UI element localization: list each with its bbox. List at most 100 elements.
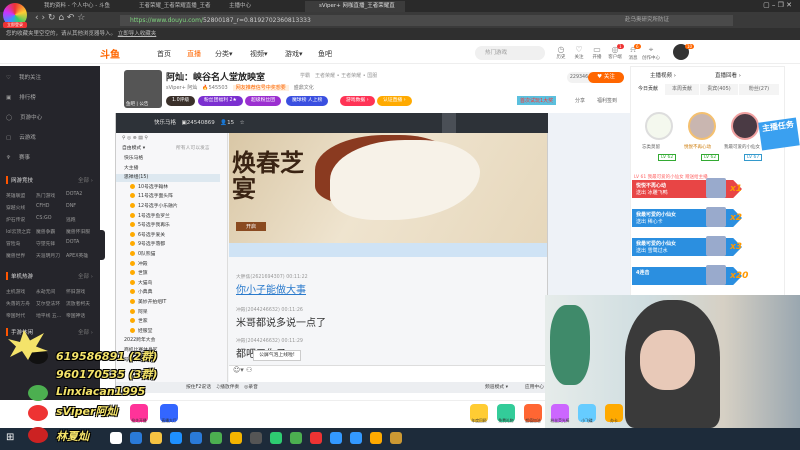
- douyu-logo[interactable]: 斗鱼: [100, 46, 120, 61]
- tab-fans[interactable]: 粉丝(27): [739, 84, 779, 95]
- sidebar-category-link[interactable]: 帝国时代: [6, 312, 36, 319]
- sidebar-category-link[interactable]: CFHD: [36, 204, 66, 211]
- nav-buttons[interactable]: ‹ › ↻ ⌂ ↶ ☆: [35, 13, 85, 23]
- tab-week[interactable]: 本周贡献: [665, 84, 699, 95]
- sidebar-category-link[interactable]: 魔兽世界: [6, 252, 36, 259]
- sidebar-category-link[interactable]: 炉石传说: [6, 216, 36, 223]
- promo-banner[interactable]: 首次试玩1大奖: [517, 96, 557, 105]
- window-controls[interactable]: ▢ – ❐ ✕: [763, 1, 792, 9]
- sidebar-category-link[interactable]: 永劫无间: [36, 288, 66, 295]
- taskbar-app-icon[interactable]: [170, 432, 182, 444]
- site-search-input[interactable]: 热门游戏: [475, 46, 545, 60]
- sidebar-collapse-handle[interactable]: [100, 230, 105, 260]
- nav-video[interactable]: 视频▾: [250, 49, 268, 59]
- sidebar-category-link[interactable]: 帝国神话: [66, 312, 96, 319]
- channel-tree-item[interactable]: 快乐马格: [124, 155, 143, 163]
- channel-tree-item[interactable]: 冲殿: [130, 260, 148, 269]
- play-accompaniment[interactable]: 播放伴奏: [220, 385, 239, 390]
- creator-center-button[interactable]: ⌖ 创作中心: [640, 45, 662, 61]
- app-center[interactable]: 应用中心: [525, 382, 544, 393]
- tab-today[interactable]: 今日贡献: [632, 84, 664, 95]
- sidebar-category-link[interactable]: 守望先锋: [36, 240, 66, 247]
- url-input[interactable]: https://www.douyu.com/52800187_r=0.81927…: [120, 15, 620, 26]
- channel-tree-item[interactable]: 思禅组(15): [116, 174, 220, 183]
- checkin-button[interactable]: 福利签到: [597, 97, 617, 104]
- sidebar-item-events[interactable]: ♆ 赛事: [6, 152, 30, 164]
- sidebar-category-link[interactable]: 魔兽怀旧服: [66, 228, 96, 235]
- channel-tree-item[interactable]: 娃服堂: [130, 327, 152, 336]
- streamer-videos-link[interactable]: 主播视频 ›: [650, 71, 676, 79]
- avatar-tabs[interactable]: 鱼吧 | 公告: [126, 101, 148, 107]
- browser-tab-active[interactable]: sViper+ 网咖直播_王者荣耀直: [305, 1, 405, 12]
- stream-category[interactable]: 学霸 王者荣耀 • 王者荣耀 • 国服: [300, 72, 377, 79]
- sidebar-item-following[interactable]: ♡ 我的关注: [6, 72, 41, 84]
- channel-tree-item[interactable]: 世家: [130, 318, 148, 326]
- sidebar-category-link[interactable]: APEX英雄: [66, 252, 96, 259]
- channel-tree-item[interactable]: 5号选手我再乐: [130, 222, 170, 230]
- nav-games[interactable]: 游戏▾: [285, 49, 303, 59]
- sidebar-item-ranking[interactable]: ▣ 排行榜: [6, 92, 36, 104]
- banner-open-button[interactable]: 开启: [236, 222, 267, 231]
- tab-vip[interactable]: 贵宾(405): [700, 84, 738, 95]
- channel-tree-item[interactable]: 2022跨年大会: [124, 337, 155, 345]
- sidebar-category-link[interactable]: 地平线 五...: [36, 312, 66, 319]
- nav-fishbar[interactable]: 鱼吧: [318, 49, 332, 59]
- browser-tab[interactable]: 我的资料 - 个人中心 - 斗鱼: [30, 1, 130, 12]
- channel-tree-item[interactable]: 大猫鸟: [130, 279, 152, 288]
- nav-category[interactable]: 分类▾: [215, 49, 233, 59]
- taskbar-app-icon[interactable]: [130, 432, 142, 444]
- taskbar-app-icon[interactable]: [370, 432, 382, 444]
- nav-live[interactable]: 直播: [187, 49, 201, 59]
- sidebar-category-link[interactable]: DNF: [66, 204, 96, 211]
- channel-tree-item[interactable]: 6号选手爱关: [130, 231, 165, 240]
- windows-start-icon[interactable]: ⊞: [6, 432, 14, 443]
- import-bookmarks-link[interactable]: 立即导入收藏夹: [118, 31, 157, 37]
- taskbar-app-icon[interactable]: [250, 432, 262, 444]
- chat-input[interactable]: ☺▾ ⚇: [229, 365, 547, 382]
- taskbar-app-icon[interactable]: [150, 432, 162, 444]
- push-to-talk[interactable]: 按住F2说话: [186, 385, 211, 390]
- badge-pill[interactable]: 认证直播 ›: [377, 96, 412, 106]
- badge-pill[interactable]: 1.0评级: [166, 96, 196, 106]
- sidebar-category-link[interactable]: 失落的方舟: [6, 300, 36, 307]
- section-more[interactable]: 全部 ›: [78, 272, 93, 280]
- sidebar-category-link[interactable]: 天涯明月刀: [36, 252, 66, 259]
- channel-mode[interactable]: 频道模式 ▾: [485, 382, 508, 393]
- sidebar-category-link[interactable]: DOTA: [66, 240, 96, 247]
- section-more[interactable]: 全部 ›: [78, 176, 93, 184]
- badge-pill[interactable]: 粉丝团福利 2★: [198, 96, 243, 106]
- share-button[interactable]: 分享: [575, 97, 585, 104]
- browser-search-input[interactable]: 赴乌奥研究所防证: [613, 15, 733, 26]
- taskbar-app-icon[interactable]: [390, 432, 402, 444]
- taskbar-app-icon[interactable]: [330, 432, 342, 444]
- sidebar-category-link[interactable]: 逃跑: [66, 216, 96, 223]
- taskbar-app-icon[interactable]: [350, 432, 362, 444]
- section-more[interactable]: 全部 ›: [78, 328, 93, 336]
- sidebar-category-link[interactable]: 热门游戏: [36, 192, 66, 199]
- taskbar-app-icon[interactable]: [270, 432, 282, 444]
- sidebar-category-link[interactable]: 魔兽争霸: [36, 228, 66, 235]
- channel-tree-item[interactable]: 10号选手翰林: [130, 183, 168, 192]
- sidebar-category-link[interactable]: 流放者柯夫: [66, 300, 96, 307]
- mode-select[interactable]: 自由模式 ▾: [122, 145, 145, 153]
- channel-tree-item[interactable]: 12号选手小乐融片: [130, 203, 178, 211]
- sidebar-category-link[interactable]: 艾尔登法环: [36, 300, 66, 307]
- channel-tree-item[interactable]: 小典典: [130, 289, 152, 297]
- nav-home[interactable]: 首页: [157, 49, 171, 59]
- badge-pill[interactable]: 魔球榜 人上榜: [286, 96, 329, 106]
- channel-tree-item[interactable]: 0队熊猫: [130, 251, 155, 259]
- channel-tree-item[interactable]: 1号选手鱼罗兰: [130, 212, 170, 221]
- channel-tree-item[interactable]: 阿呆: [130, 308, 148, 317]
- channel-tree-item[interactable]: 大主播: [124, 165, 138, 173]
- sidebar-category-link[interactable]: 冒险岛: [6, 240, 36, 247]
- rank-avatar[interactable]: [731, 112, 759, 140]
- login-badge[interactable]: 立即登录: [3, 22, 27, 28]
- browser-tab[interactable]: 王者荣耀_王者荣耀直播_王者: [125, 1, 225, 12]
- rank-avatar[interactable]: [688, 112, 716, 140]
- sidebar-category-link[interactable]: 穿越火线: [6, 204, 36, 211]
- channel-tree-item[interactable]: 11号选手面头阵: [130, 193, 173, 201]
- channel-tree-item[interactable]: 世旗: [130, 270, 148, 278]
- sidebar-category-link[interactable]: CS:GO: [36, 216, 66, 223]
- sidebar-item-cloudgame[interactable]: ▢ 云游戏: [6, 132, 36, 144]
- sidebar-category-link[interactable]: 怀旧游戏: [66, 288, 96, 295]
